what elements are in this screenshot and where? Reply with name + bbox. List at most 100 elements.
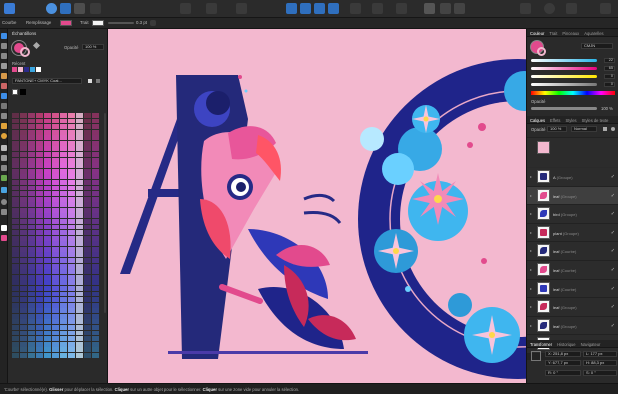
swatch[interactable] — [52, 246, 60, 252]
layer-visibility-checkbox[interactable]: ✓ — [611, 211, 615, 217]
swatch[interactable] — [52, 135, 60, 141]
swatch[interactable] — [84, 168, 92, 174]
layer-expand-icon[interactable]: ▸ — [530, 267, 532, 272]
swatch[interactable] — [68, 196, 76, 202]
distribute-icon[interactable] — [328, 3, 339, 14]
layer-visibility-checkbox[interactable]: ✓ — [611, 286, 615, 292]
swatch[interactable] — [60, 213, 68, 219]
swatch[interactable] — [92, 347, 100, 353]
swatch[interactable] — [52, 168, 60, 174]
swatch[interactable] — [60, 168, 68, 174]
layer-expand-icon[interactable]: ▸ — [530, 230, 532, 235]
swatch[interactable] — [76, 252, 84, 258]
swatch[interactable] — [36, 207, 44, 213]
rp-opacity-value[interactable]: 100 % — [601, 106, 613, 111]
transform-tab[interactable]: Navigateur — [578, 340, 603, 347]
swatch[interactable] — [60, 297, 68, 302]
swatch[interactable] — [60, 319, 68, 325]
swatch[interactable] — [76, 224, 84, 230]
swatch[interactable] — [76, 313, 84, 319]
swatch[interactable] — [12, 213, 20, 219]
swatch[interactable] — [84, 146, 92, 152]
swatch[interactable] — [68, 202, 76, 208]
swatch[interactable] — [84, 218, 92, 224]
swatch[interactable] — [84, 246, 92, 252]
swatch[interactable] — [20, 258, 28, 263]
swatch[interactable] — [28, 269, 36, 275]
swatch[interactable] — [84, 336, 92, 342]
layer-visibility-checkbox[interactable]: ✓ — [611, 230, 615, 236]
swatch[interactable] — [68, 174, 76, 180]
swatch[interactable] — [68, 157, 76, 163]
swatch[interactable] — [20, 313, 28, 319]
swatch[interactable] — [76, 263, 84, 269]
swatch[interactable] — [92, 313, 100, 319]
swatch[interactable] — [12, 129, 20, 135]
swatch[interactable] — [44, 280, 52, 286]
swatch[interactable] — [20, 146, 28, 152]
swatch[interactable] — [12, 280, 20, 286]
align-left-icon[interactable] — [286, 3, 297, 14]
swatch[interactable] — [36, 146, 44, 152]
swatch[interactable] — [44, 291, 52, 297]
swatch[interactable] — [68, 191, 76, 196]
swatch[interactable] — [20, 308, 28, 314]
swatch[interactable] — [68, 230, 76, 236]
swatch[interactable] — [60, 140, 68, 146]
swatch[interactable] — [44, 202, 52, 208]
swatch[interactable] — [60, 252, 68, 258]
swatch[interactable] — [84, 135, 92, 141]
layer-row[interactable]: ▸ leaf (Courbe) ✓ — [527, 242, 618, 261]
layer-visibility-checkbox[interactable]: ✓ — [611, 193, 615, 199]
swatch[interactable] — [28, 230, 36, 236]
layer-expand-icon[interactable]: ▸ — [530, 323, 532, 328]
swatch[interactable] — [36, 269, 44, 275]
swatch[interactable] — [20, 174, 28, 180]
swatch[interactable] — [60, 269, 68, 275]
swatch[interactable] — [44, 207, 52, 213]
swatch[interactable] — [60, 352, 68, 358]
swatch[interactable] — [52, 146, 60, 152]
swatch[interactable] — [44, 319, 52, 325]
swatches-tab[interactable]: Échantillons — [12, 31, 36, 36]
swatch[interactable] — [52, 235, 60, 241]
swatch[interactable] — [12, 218, 20, 224]
swatch[interactable] — [12, 297, 20, 302]
swatch[interactable] — [68, 140, 76, 146]
swatch[interactable] — [36, 174, 44, 180]
swatch[interactable] — [60, 218, 68, 224]
swatch[interactable] — [68, 213, 76, 219]
swatch[interactable] — [92, 235, 100, 241]
swatch[interactable] — [28, 202, 36, 208]
swatch[interactable] — [12, 241, 20, 247]
line-width-slider[interactable] — [108, 22, 134, 24]
recent-swatch[interactable] — [24, 67, 29, 72]
swatch[interactable] — [44, 124, 52, 130]
swatch[interactable] — [44, 179, 52, 185]
place-image-icon[interactable] — [1, 175, 7, 181]
swatch[interactable] — [60, 291, 68, 297]
swatch[interactable] — [68, 152, 76, 157]
swatch[interactable] — [36, 163, 44, 169]
swatch[interactable] — [20, 352, 28, 358]
snap-grid-icon[interactable] — [440, 3, 451, 14]
ellipse-tool-icon[interactable] — [1, 133, 7, 139]
swatch[interactable] — [44, 252, 52, 258]
panel-toggle-icon[interactable] — [566, 3, 577, 14]
swatch[interactable] — [92, 146, 100, 152]
swatch[interactable] — [52, 124, 60, 130]
swatch[interactable] — [84, 269, 92, 275]
stroke-preview[interactable] — [20, 47, 30, 57]
swatch[interactable] — [28, 207, 36, 213]
swatch[interactable] — [44, 129, 52, 135]
swatch[interactable] — [52, 213, 60, 219]
swatch[interactable] — [68, 135, 76, 141]
swatch[interactable] — [20, 185, 28, 191]
swatch[interactable] — [20, 196, 28, 202]
swatch[interactable] — [12, 252, 20, 258]
boolean-subtract-icon[interactable] — [372, 3, 383, 14]
swatch[interactable] — [44, 330, 52, 336]
swatch[interactable] — [28, 297, 36, 302]
swatch[interactable] — [44, 235, 52, 241]
swatch[interactable] — [84, 152, 92, 157]
